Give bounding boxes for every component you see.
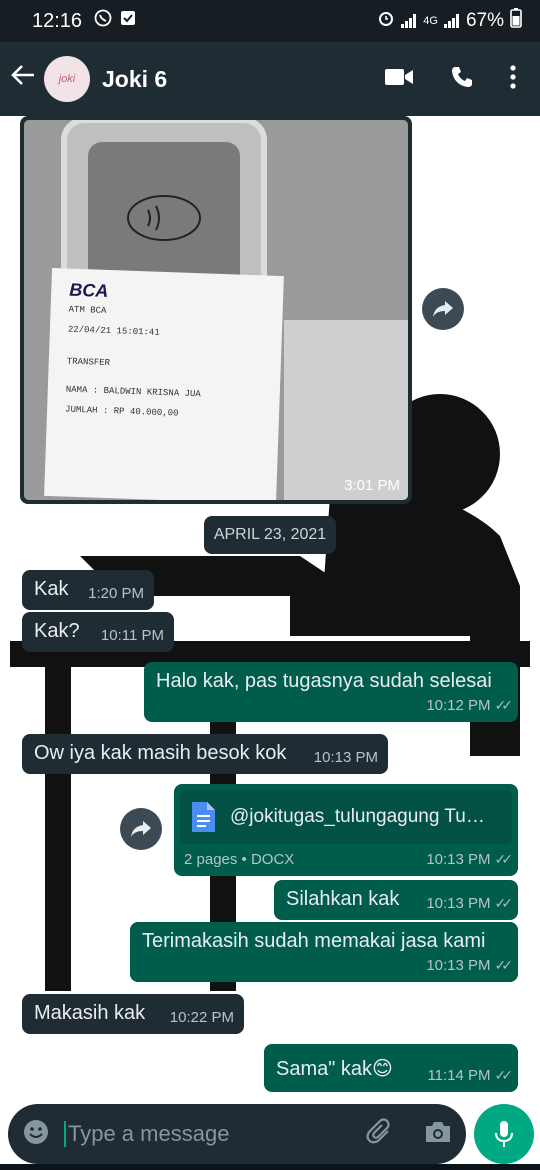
message-input[interactable]: Type a message xyxy=(64,1121,229,1147)
message-text: Ow iya kak masih besok kok xyxy=(34,742,287,764)
message-meta: 10:13 PM ✓✓ xyxy=(426,957,514,974)
status-bar: 12:16 4G 67% xyxy=(0,0,540,42)
battery-icon xyxy=(510,8,522,34)
message-outgoing[interactable]: Silahkan kak 10:13 PM ✓✓ xyxy=(274,880,518,920)
document-preview[interactable]: @jokitugas_tulungagung Tu… xyxy=(180,790,512,844)
message-time: 10:13 PM xyxy=(426,895,491,912)
notification-check-icon xyxy=(120,10,136,32)
emoji-icon[interactable] xyxy=(22,1118,50,1151)
receipt-line: ATM BCA xyxy=(68,304,107,316)
receipt-line: NAMA : BALDWIN KRISNA JUA xyxy=(65,384,201,400)
message-text: Kak xyxy=(34,578,69,600)
contact-avatar[interactable]: joki xyxy=(44,56,90,102)
read-receipt-icon: ✓✓ xyxy=(494,851,514,867)
message-time: 10:12 PM xyxy=(426,697,491,714)
message-composer: Type a message xyxy=(8,1104,466,1164)
message-incoming[interactable]: Kak 1:20 PM xyxy=(22,570,154,610)
network-type: 4G xyxy=(423,15,438,27)
message-incoming[interactable]: Makasih kak 10:22 PM xyxy=(22,994,244,1034)
message-time: 1:20 PM xyxy=(88,585,144,602)
signal-icon xyxy=(401,14,417,28)
navigation-bar xyxy=(0,1164,540,1170)
voice-message-button[interactable] xyxy=(474,1104,534,1164)
receipt-paper: BCA ATM BCA 22/04/21 15:01:41 TRANSFER N… xyxy=(44,268,284,500)
date-divider: APRIL 23, 2021 xyxy=(204,516,336,554)
message-time: 10:13 PM xyxy=(426,851,491,868)
contact-name[interactable]: Joki 6 xyxy=(102,66,167,93)
phone-icon[interactable] xyxy=(450,65,474,94)
message-text: Sama" kak😊 xyxy=(276,1058,393,1080)
message-meta: 10:13 PM ✓✓ xyxy=(426,895,514,912)
message-meta: 11:14 PM ✓✓ xyxy=(427,1067,514,1084)
message-time: 10:13 PM xyxy=(313,749,378,766)
message-time: 10:22 PM xyxy=(169,1009,234,1026)
signal-icon-2 xyxy=(443,14,460,28)
back-arrow-icon[interactable] xyxy=(10,62,40,96)
message-time: 3:01 PM xyxy=(344,477,400,494)
message-meta: 10:12 PM ✓✓ xyxy=(426,697,514,714)
battery-level: 67% xyxy=(465,10,504,31)
document-name: @jokitugas_tulungagung Tu… xyxy=(230,806,485,827)
forward-button[interactable] xyxy=(422,288,464,330)
avatar-logo: joki xyxy=(58,73,76,85)
forward-icon xyxy=(433,301,453,317)
mic-icon xyxy=(494,1121,514,1147)
chat-area[interactable]: BCA ATM BCA 22/04/21 15:01:41 TRANSFER N… xyxy=(0,116,540,1098)
camera-icon[interactable] xyxy=(424,1120,452,1149)
message-text: Halo kak, pas tugasnya sudah selesai xyxy=(156,670,492,692)
chat-header: joki Joki 6 xyxy=(0,42,540,116)
whatsapp-icon xyxy=(94,9,112,33)
message-text: Silahkan kak xyxy=(286,888,400,910)
document-meta: 2 pages • DOCX xyxy=(184,851,295,868)
message-text: Kak? xyxy=(34,620,80,642)
message-time: 10:13 PM xyxy=(426,957,491,974)
receipt-line: TRANSFER xyxy=(66,356,111,369)
read-receipt-icon: ✓✓ xyxy=(494,895,514,911)
status-time: 12:16 xyxy=(32,9,83,32)
forward-icon xyxy=(131,821,151,837)
attach-icon[interactable] xyxy=(366,1117,394,1151)
message-meta: 10:13 PM ✓✓ xyxy=(426,851,514,868)
video-call-icon[interactable] xyxy=(384,67,414,92)
read-receipt-icon: ✓✓ xyxy=(494,957,514,973)
message-time: 11:14 PM xyxy=(427,1067,491,1084)
read-receipt-icon: ✓✓ xyxy=(494,697,514,713)
receipt-photo: BCA ATM BCA 22/04/21 15:01:41 TRANSFER N… xyxy=(24,120,408,500)
more-options-icon[interactable] xyxy=(510,64,516,94)
receipt-line: 22/04/21 15:01:41 xyxy=(67,324,160,338)
message-incoming[interactable]: Ow iya kak masih besok kok 10:13 PM xyxy=(22,734,388,774)
read-receipt-icon: ✓✓ xyxy=(494,1067,514,1083)
document-icon xyxy=(192,802,215,832)
message-outgoing[interactable]: Sama" kak😊 11:14 PM ✓✓ xyxy=(264,1044,518,1092)
message-time: 10:11 PM xyxy=(100,627,164,644)
message-outgoing[interactable]: Terimakasih sudah memakai jasa kami 10:1… xyxy=(130,922,518,982)
receipt-bank-logo: BCA xyxy=(68,279,109,301)
message-outgoing[interactable]: Halo kak, pas tugasnya sudah selesai 10:… xyxy=(144,662,518,722)
alarm-icon xyxy=(377,9,395,33)
message-incoming[interactable]: Kak? 10:11 PM xyxy=(22,612,174,652)
forward-button[interactable] xyxy=(120,808,162,850)
message-text: Terimakasih sudah memakai jasa kami xyxy=(142,930,486,952)
message-text: Makasih kak xyxy=(34,1002,146,1024)
image-message[interactable]: BCA ATM BCA 22/04/21 15:01:41 TRANSFER N… xyxy=(20,116,412,504)
document-message[interactable]: @jokitugas_tulungagung Tu… 2 pages • DOC… xyxy=(174,784,518,876)
receipt-line: JUMLAH : RP 40.000,00 xyxy=(64,404,179,419)
